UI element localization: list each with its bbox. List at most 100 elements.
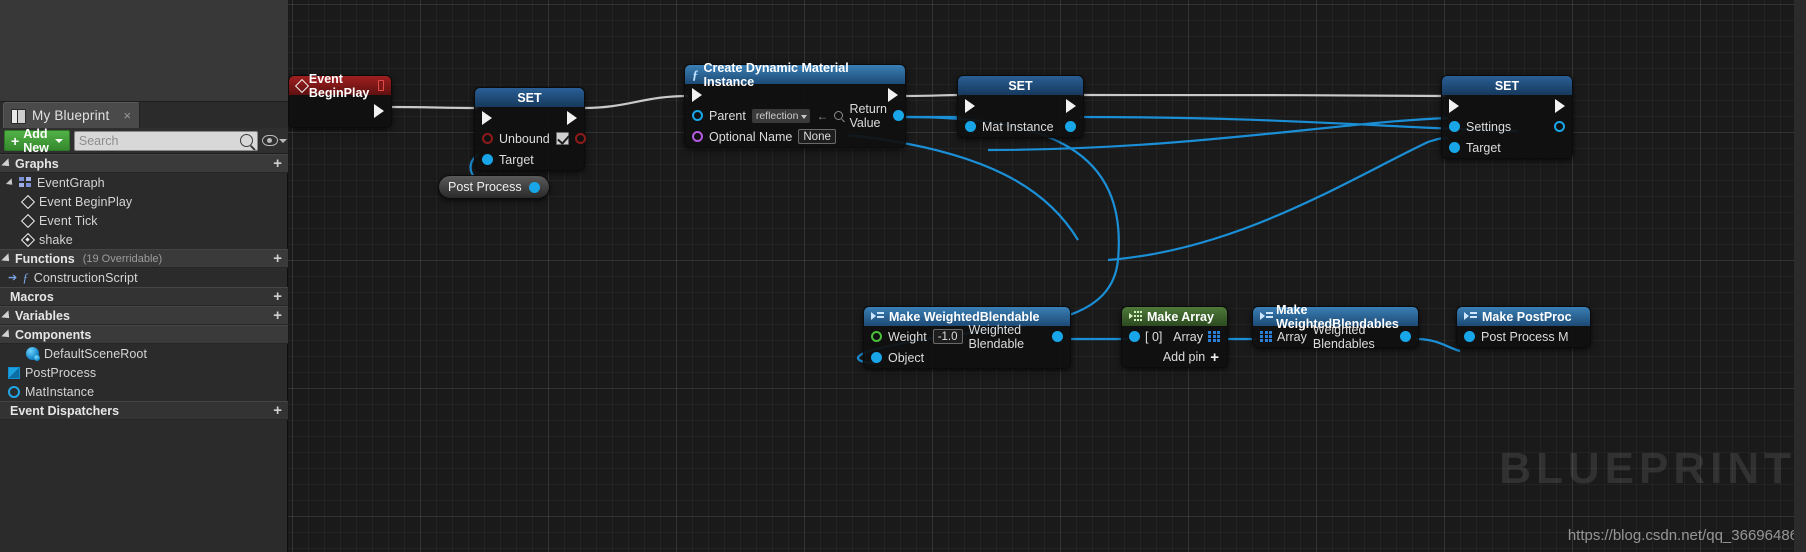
exec-out-pin-icon[interactable] (888, 87, 898, 102)
add-graph-button[interactable]: + (273, 155, 282, 172)
pin-row-exec (475, 107, 584, 128)
pin-row-mat-instance: Mat Instance (958, 116, 1083, 137)
node-body: Unbound Target (475, 107, 586, 170)
use-selected-asset-icon[interactable]: ← (816, 109, 828, 123)
array-in-pin-icon[interactable] (1260, 331, 1272, 342)
expander-icon[interactable] (1, 157, 13, 170)
object-in-pin-icon[interactable] (1449, 142, 1460, 153)
array-element-in-pin-icon[interactable] (1129, 331, 1140, 342)
node-body: Parent reflection ← Return Value Optiona… (685, 84, 905, 147)
node-make-array[interactable]: Make Array [ 0] Array Add pin + (1121, 306, 1228, 368)
optional-name-input[interactable]: None (798, 129, 836, 144)
close-icon[interactable]: × (123, 108, 131, 123)
object-out-pin-icon[interactable] (528, 181, 540, 193)
parent-asset-dropdown[interactable]: reflection (751, 108, 811, 123)
pin-label: Target (1466, 140, 1501, 155)
pin-row-weight: Weight -1.0 Weighted Blendable (864, 323, 1070, 351)
node-set-mat-instance[interactable]: SET Mat Instance (957, 75, 1084, 138)
tab-my-blueprint[interactable]: My Blueprint × (3, 102, 141, 128)
pin-row-target: Target (1442, 137, 1572, 158)
array-out-pin-icon[interactable] (1208, 331, 1220, 342)
pin-label: Target (499, 152, 534, 167)
object-in-pin-icon[interactable] (965, 121, 976, 132)
tree-item-event-beginplay[interactable]: Event BeginPlay (0, 192, 288, 211)
node-make-weighted-blendable[interactable]: Make WeightedBlendable Weight -1.0 Weigh… (863, 306, 1071, 369)
exec-in-pin-icon[interactable] (1449, 98, 1459, 113)
section-functions[interactable]: Functions (19 Overridable) + (0, 249, 288, 268)
section-graphs[interactable]: Graphs + (0, 154, 288, 173)
event-graph-canvas[interactable]: Event BeginPlay SET Unbound Target Post … (288, 0, 1806, 552)
expander-icon[interactable] (1, 328, 13, 341)
section-components[interactable]: Components (0, 325, 288, 344)
exec-in-pin-icon[interactable] (482, 110, 492, 125)
bool-out-pin-icon[interactable] (574, 133, 586, 144)
tree-item-constructionscript[interactable]: ➔ ƒ ConstructionScript (0, 268, 288, 287)
exec-pin-icon[interactable] (374, 104, 384, 118)
exec-in-pin-icon[interactable] (692, 87, 702, 102)
exec-in-pin-icon[interactable] (965, 98, 975, 113)
struct-in-pin-icon[interactable] (1464, 331, 1475, 342)
bool-in-pin-icon[interactable] (482, 133, 493, 144)
add-function-button[interactable]: + (273, 250, 282, 267)
function-icon: ƒ (22, 269, 29, 285)
struct-in-pin-icon[interactable] (1449, 121, 1460, 132)
unbound-checkbox[interactable] (555, 132, 569, 145)
expander-icon[interactable] (1, 309, 13, 322)
weight-input[interactable]: -1.0 (932, 329, 963, 344)
node-set-settings[interactable]: SET Settings Target (1441, 75, 1573, 159)
object-in-pin-icon[interactable] (871, 352, 882, 363)
node-set-unbound[interactable]: SET Unbound Target (474, 87, 586, 171)
node-title: Make PostProc (1482, 309, 1572, 324)
pin-label: Return Value (849, 101, 887, 130)
node-post-process-variable[interactable]: Post Process (438, 175, 550, 199)
add-variable-button[interactable]: + (273, 307, 282, 324)
section-label: Components (15, 327, 92, 342)
tree-item-eventgraph[interactable]: EventGraph (0, 173, 288, 192)
pin-row-index-0: [ 0] Array (1122, 326, 1227, 347)
plus-icon: + (1210, 348, 1219, 366)
expander-icon[interactable] (1, 252, 13, 265)
name-in-pin-icon[interactable] (692, 131, 703, 142)
tree-item-defaultsceneroot[interactable]: DefaultSceneRoot (0, 344, 288, 363)
struct-out-pin-icon[interactable] (1052, 331, 1063, 342)
section-macros[interactable]: Macros + (0, 287, 288, 306)
return-value-out-pin-icon[interactable] (892, 110, 904, 121)
pin-exec-out[interactable] (289, 95, 391, 127)
section-variables[interactable]: Variables + (0, 306, 288, 325)
tree-item-matinstance[interactable]: MatInstance (0, 382, 288, 401)
exec-out-pin-icon[interactable] (567, 110, 577, 125)
search-box[interactable] (73, 130, 258, 151)
browse-asset-icon[interactable] (834, 111, 844, 120)
tree-item-shake[interactable]: shake (0, 230, 288, 249)
node-create-dynamic-material-instance[interactable]: ƒ Create Dynamic Material Instance Paren… (684, 61, 906, 148)
pin-label: Array (1173, 329, 1203, 344)
add-new-button[interactable]: + Add New (4, 127, 70, 155)
section-event-dispatchers[interactable]: Event Dispatchers + (0, 401, 288, 420)
struct-out-pin-icon[interactable] (1400, 331, 1411, 342)
node-event-begin-play[interactable]: Event BeginPlay (288, 72, 392, 128)
object-in-pin-icon[interactable] (692, 110, 703, 121)
float-in-pin-icon[interactable] (871, 331, 882, 342)
node-title: Make Array (1147, 309, 1214, 324)
exec-out-pin-icon[interactable] (1066, 98, 1076, 113)
search-input[interactable] (78, 133, 240, 148)
expander-icon[interactable] (5, 177, 16, 188)
tree-item-postprocess[interactable]: PostProcess (0, 363, 288, 382)
add-event-dispatcher-button[interactable]: + (273, 402, 282, 419)
node-make-weighted-blendables[interactable]: Make WeightedBlendables Array Weighted B… (1252, 303, 1419, 351)
add-pin-button[interactable]: Add pin + (1122, 347, 1227, 367)
tree-item-event-tick[interactable]: Event Tick (0, 211, 288, 230)
custom-event-icon (22, 234, 34, 246)
pin-label: Parent (709, 108, 746, 123)
tree-item-label: ConstructionScript (33, 270, 138, 285)
node-header: ƒ Create Dynamic Material Instance (685, 61, 905, 89)
node-make-post-process-settings[interactable]: Make PostProc Post Process M (1456, 306, 1591, 348)
object-out-pin-icon[interactable] (1065, 121, 1076, 132)
chevron-down-icon (278, 138, 287, 143)
exec-out-pin-icon[interactable] (1555, 98, 1565, 113)
object-in-pin-icon[interactable] (482, 154, 493, 165)
add-macro-button[interactable]: + (273, 288, 282, 305)
struct-out-pin-icon[interactable] (1554, 121, 1565, 132)
visibility-toggle-button[interactable] (261, 135, 289, 146)
pin-label: Settings (1466, 119, 1512, 134)
